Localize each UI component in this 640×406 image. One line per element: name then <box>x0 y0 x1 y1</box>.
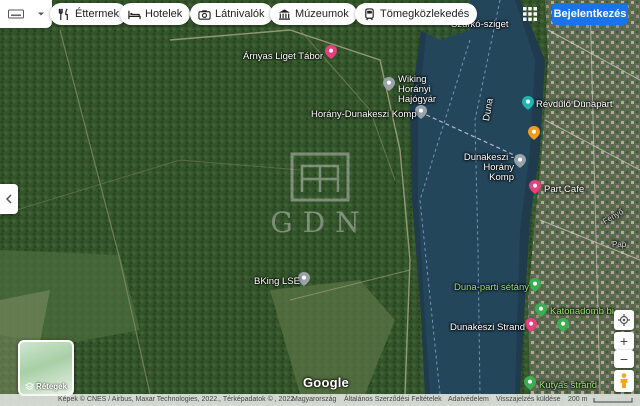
chip-restaurants[interactable]: Éttermek <box>50 3 128 25</box>
chip-label: Látnivalók <box>215 8 265 20</box>
chevron-down-icon[interactable] <box>36 9 46 19</box>
location-pin-icon[interactable] <box>514 154 526 168</box>
label-kutyas-strand[interactable]: Kutyás strand <box>539 380 597 391</box>
privacy-link[interactable]: Adatvédelem <box>448 396 489 403</box>
label-horany-komp[interactable]: Horány-Dunakeszi Komp <box>311 109 417 120</box>
svg-text:GDN: GDN <box>270 206 369 239</box>
park-pin-icon[interactable] <box>557 318 569 332</box>
chip-museums[interactable]: Múzeumok <box>270 3 357 25</box>
chip-label: Múzeumok <box>295 8 349 20</box>
google-logo: Google <box>303 375 349 390</box>
scale-label: 200 m <box>568 396 588 403</box>
label-part-cafe[interactable]: Part Cafe <box>544 184 584 195</box>
restaurant-pin-icon[interactable] <box>528 126 540 140</box>
park-pin-icon[interactable] <box>535 303 547 317</box>
chip-attractions[interactable]: Látnivalók <box>190 3 273 25</box>
chip-transit[interactable]: Tömegközlekedés <box>355 3 478 25</box>
park-pin-icon[interactable] <box>524 376 536 390</box>
scale-bar <box>593 398 633 403</box>
chip-label: Tömegközlekedés <box>380 8 470 20</box>
label-bking-lse[interactable]: BKing LSE <box>254 276 300 287</box>
label-dunakeszi-komp[interactable]: Dunakeszi - Horány Komp <box>462 153 514 183</box>
chevron-left-icon <box>5 194 12 204</box>
apps-grid-icon[interactable] <box>520 4 540 24</box>
layers-button[interactable]: Rétegek <box>18 340 74 396</box>
label-revdulo-dunapart[interactable]: Révdűlő Dunapart <box>536 99 613 110</box>
zoom-in-button[interactable]: + <box>614 332 634 350</box>
cafe-pin-icon[interactable] <box>529 180 541 194</box>
menu-block <box>0 0 52 28</box>
chip-label: Éttermek <box>75 8 120 20</box>
label-katonadomb[interactable]: Katonadomb bi... <box>550 306 622 317</box>
label-arnyas-liget[interactable]: Árnyas Liget Tábor <box>243 51 323 62</box>
country-link[interactable]: Magyarország <box>292 396 336 403</box>
map-canvas[interactable]: GDN Szurkó-sziget Árnyas Liget Tábor Wik… <box>0 0 640 406</box>
attribution-bar: Képek © CNES / Airbus, Maxar Technologie… <box>0 394 640 406</box>
street-view-pegman[interactable] <box>614 370 634 392</box>
fork-knife-icon <box>58 8 68 20</box>
watermark-logo: GDN <box>270 152 369 239</box>
my-location-button[interactable] <box>614 310 634 330</box>
camera-icon <box>198 9 211 20</box>
bed-icon <box>128 10 141 19</box>
pegman-icon <box>620 373 628 388</box>
transit-icon <box>365 7 374 20</box>
layers-label: Rétegek <box>35 382 68 391</box>
terms-link[interactable]: Általános Szerződési Feltételek <box>344 396 442 403</box>
location-pin-icon[interactable] <box>383 77 395 91</box>
label-dunakeszi-strand[interactable]: Dunakeszi Strand <box>450 322 525 333</box>
layers-icon <box>24 382 34 391</box>
location-pin-icon[interactable] <box>525 318 537 332</box>
label-wiking-hajogyar[interactable]: Wiking Horányi Hajógyár <box>398 75 460 105</box>
crosshair-icon <box>618 314 630 326</box>
location-pin-icon[interactable] <box>325 45 337 59</box>
label-duna-parti-setany[interactable]: Duna-parti sétány <box>454 282 529 293</box>
chip-hotels[interactable]: Hotelek <box>120 3 191 25</box>
chip-label: Hotelek <box>145 8 183 20</box>
sign-in-button[interactable]: Bejelentkezés <box>552 3 628 25</box>
side-panel-toggle[interactable] <box>0 184 18 214</box>
imagery-credit: Képek © CNES / Airbus, Maxar Technologie… <box>58 396 297 403</box>
label-pap: Pap <box>612 240 627 249</box>
location-pin-icon[interactable] <box>522 96 534 110</box>
museum-icon <box>278 8 291 20</box>
layers-label-row: Rétegek <box>20 382 72 391</box>
feedback-link[interactable]: Visszajelzés küldése <box>496 396 560 403</box>
keyboard-icon[interactable] <box>8 8 24 20</box>
zoom-out-button[interactable]: − <box>614 350 634 368</box>
park-pin-icon[interactable] <box>529 278 541 292</box>
